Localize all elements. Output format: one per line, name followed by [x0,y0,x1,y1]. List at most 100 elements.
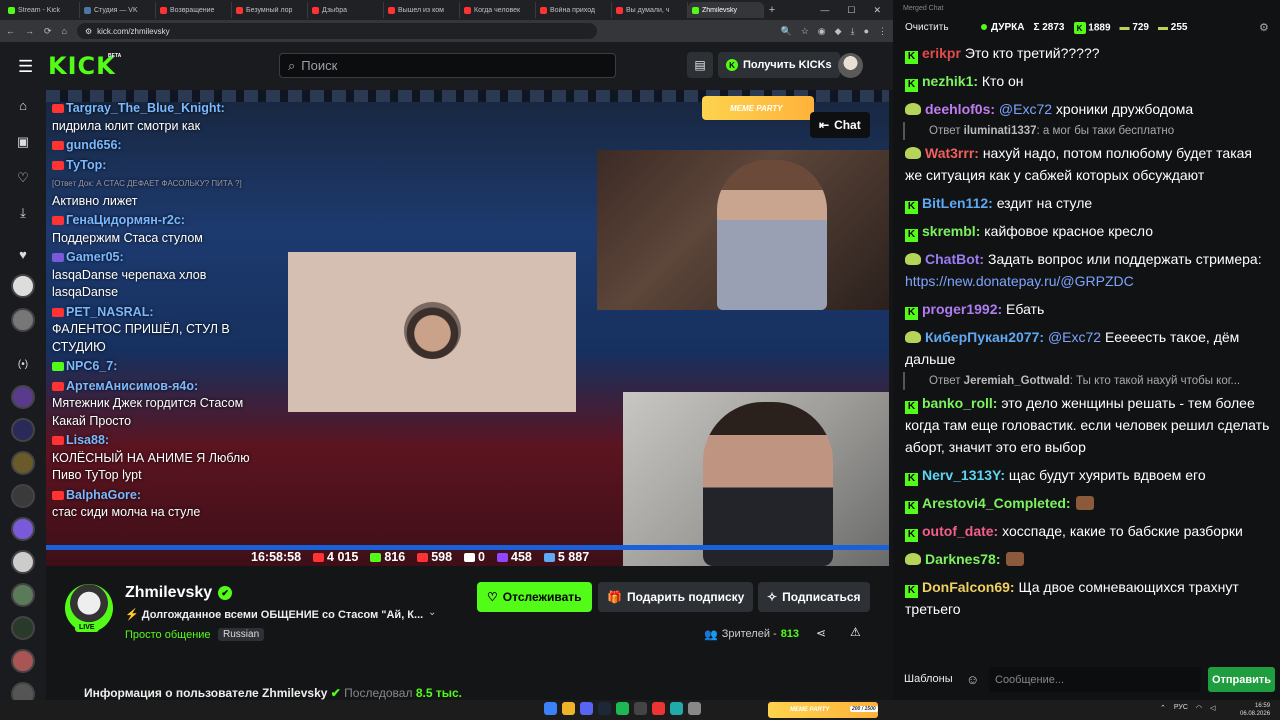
chat-message: Kbanko_roll: это дело женщины решать - т… [893,390,1280,462]
maximize-icon[interactable]: ☐ [847,5,855,16]
share-icon[interactable]: ⋖ [816,626,826,640]
chat-toggle-button[interactable]: ⇤ Chat [810,112,870,138]
schedule-button[interactable]: ▤ [687,52,713,78]
chat-username[interactable]: banko_roll: [922,395,997,411]
home-icon[interactable]: ⌂ [62,26,67,36]
discord-icon[interactable] [580,702,593,715]
browser-tab[interactable]: Безумный лор [232,2,308,18]
kick-logo[interactable]: KICK [48,52,116,80]
category-link[interactable]: Просто общение [125,629,211,641]
spotify-icon[interactable] [616,702,629,715]
video-player[interactable]: MEME PARTY ⇤ Chat Targray_The_Blue_Knigh… [46,90,889,566]
tray-arrow-icon[interactable]: ⌃ [1160,704,1166,712]
chat-username[interactable]: Darknes78: [925,551,1001,567]
message-input[interactable] [989,667,1201,692]
report-icon[interactable]: ⚠ [850,625,861,639]
user-avatar[interactable] [838,53,863,78]
chat-username[interactable]: ChatBot: [925,251,984,267]
start-icon[interactable] [544,702,557,715]
channel-avatar[interactable] [11,484,35,508]
subscribe-button[interactable]: ✧ Подписаться [758,582,870,612]
channel-avatar[interactable] [11,550,35,574]
window-titlebar: Merged Chat [893,0,1280,16]
browser-tab[interactable]: Война приход [536,2,612,18]
gift-sub-button[interactable]: 🎁 Подарить подписку [598,582,754,612]
profile-icon[interactable]: ● [864,26,869,37]
channel-avatar[interactable] [11,385,35,409]
new-tab-icon[interactable]: + [764,4,780,16]
chat-username[interactable]: nezhik1: [922,73,978,89]
send-button[interactable]: Отправить [1208,667,1275,692]
browser-tab[interactable]: Stream - Kick [4,2,80,18]
chat-username[interactable]: DonFalcon69: [922,579,1015,595]
get-kicks-button[interactable]: K Получить KICKs [718,52,840,78]
chat-username[interactable]: proger1992: [922,301,1002,317]
channel-avatar[interactable] [11,649,35,673]
browser-tab[interactable]: Zhmilevsky [688,2,764,18]
app-icon[interactable] [688,702,701,715]
chat-username[interactable]: outof_date: [922,523,998,539]
chat-username[interactable]: Nerv_1313Y: [922,467,1005,483]
url-field[interactable]: ⚙ kick.com/zhmilevsky [76,23,597,39]
chevron-down-icon[interactable]: ⌄ [428,607,436,618]
browser-tab[interactable]: Вышел из ком [384,2,460,18]
channel-avatar[interactable] [11,517,35,541]
app-icon[interactable] [652,702,665,715]
browser-tab[interactable]: Дзыбра [308,2,384,18]
extension-icon[interactable]: ◉ [818,26,826,37]
chat-username[interactable]: Wat3rrr: [925,145,979,161]
language-indicator[interactable]: РУС [1174,704,1188,712]
channel-avatar[interactable] [11,274,35,298]
chat-username[interactable]: erikpr [922,45,961,61]
browser-tab[interactable]: Когда человек [460,2,536,18]
channel-avatar[interactable] [11,583,35,607]
chrome-icon[interactable] [562,702,575,715]
chat-link[interactable]: https://new.donatepay.ru/@GRPZDC [905,273,1134,289]
templates-button[interactable]: Шаблоны [904,673,953,685]
browser-tab[interactable]: Вы думали, ч [612,2,688,18]
emoji-icon[interactable]: ☺ [966,672,979,687]
back-icon[interactable]: ← [6,26,15,36]
extension-icon[interactable]: ◆ [835,26,842,37]
volume-icon[interactable]: ◁ [1210,704,1215,712]
home-icon[interactable]: ⌂ [14,98,32,113]
forward-icon[interactable]: → [25,26,34,36]
mention[interactable]: @Exc72 [1048,329,1101,345]
channel-avatar[interactable] [11,451,35,475]
browse-icon[interactable]: ▣ [14,134,32,150]
meme-party-widget[interactable]: MEME PARTY 200 / 1500 [768,702,878,718]
mention[interactable]: @Exc72 [999,101,1052,117]
steam-icon[interactable] [598,702,611,715]
reload-icon[interactable]: ⟳ [44,26,52,37]
hamburger-menu-icon[interactable]: ☰ [18,57,33,77]
channel-name[interactable]: Zhmilevsky ✔ [125,584,233,602]
kebab-menu-icon[interactable]: ⋮ [878,26,887,37]
following-heart-icon[interactable]: ♡ [14,170,32,186]
bookmark-star-icon[interactable]: ☆ [801,26,809,37]
minimize-icon[interactable]: — [820,5,829,16]
chat-username[interactable]: skrembl: [922,223,980,239]
clock[interactable]: 16:59 06.08.2026 [1240,702,1270,718]
wifi-icon[interactable]: ◠ [1196,704,1202,712]
channel-avatar[interactable] [11,418,35,442]
browser-tab[interactable]: Студия — VK [80,2,156,18]
app-icon[interactable] [670,702,683,715]
channel-avatar[interactable] [11,308,35,332]
close-icon[interactable]: ✕ [873,5,881,16]
chat-username[interactable]: BitLen112: [922,195,993,211]
language-tag[interactable]: Russian [218,628,265,641]
site-info-icon[interactable]: ⚙ [85,27,92,36]
chat-username[interactable]: deehlof0s: [925,101,995,117]
gear-icon[interactable]: ⚙ [1259,21,1269,34]
downloads-icon[interactable]: ⤓ [851,26,855,37]
search-input[interactable]: ⌕ Поиск [279,53,616,78]
channel-avatar[interactable] [11,616,35,640]
clear-button[interactable]: Очистить [905,22,949,33]
zoom-icon[interactable]: 🔍 [781,26,792,37]
chat-username[interactable]: Arestovi4_Completed: [922,495,1071,511]
download-icon[interactable]: ⤓ [14,205,32,221]
follow-button[interactable]: ♡ Отслеживать [477,582,592,612]
obs-icon[interactable] [634,702,647,715]
chat-username[interactable]: КиберПукан2077: [925,329,1044,345]
browser-tab[interactable]: Возвращение [156,2,232,18]
